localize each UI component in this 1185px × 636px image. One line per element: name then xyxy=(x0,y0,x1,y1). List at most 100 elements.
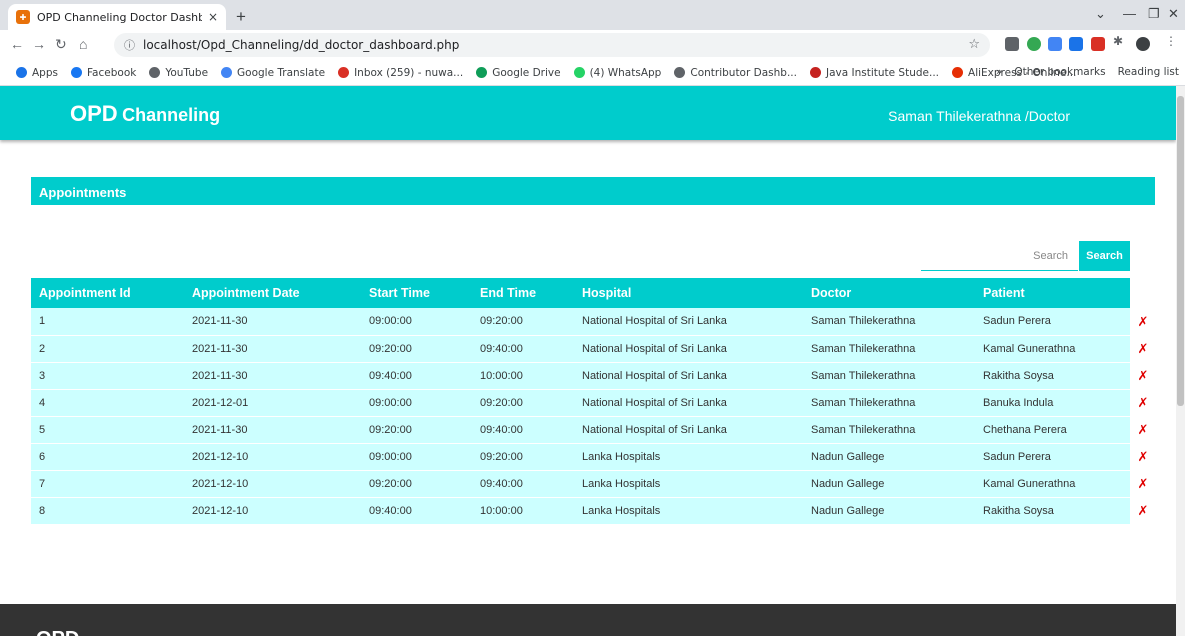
other-bookmarks-folder[interactable]: Other bookmarks xyxy=(1014,66,1105,78)
appointments-heading: Appointments xyxy=(31,177,1155,205)
translate-extension-icon[interactable] xyxy=(1048,37,1062,51)
restore-icon[interactable]: ❐ xyxy=(1148,6,1160,22)
bookmark-icon xyxy=(952,67,964,78)
search-input[interactable] xyxy=(921,241,1078,271)
table-row[interactable]: 4 2021-12-01 09:00:00 09:20:00 National Hosp… xyxy=(31,389,1130,416)
bookmark-item[interactable]: Java Institute Stude... xyxy=(809,66,940,79)
search-form: Search xyxy=(921,241,1130,271)
delete-icon[interactable]: ✗ xyxy=(1130,389,1156,416)
bookmark-icon xyxy=(573,67,585,78)
bookmark-item[interactable]: Google Translate xyxy=(221,67,325,79)
column-header[interactable]: Appointment Date xyxy=(184,278,361,308)
scrollbar-thumb[interactable] xyxy=(1177,96,1184,406)
brand-logo[interactable]: OPD Channeling xyxy=(70,101,220,127)
delete-icon[interactable]: ✗ xyxy=(1130,335,1156,362)
table-cell: 09:40:00 xyxy=(369,369,412,382)
search-button[interactable]: Search xyxy=(1079,241,1130,271)
new-tab-icon[interactable]: + xyxy=(236,7,246,27)
table-cell: 2021-12-10 xyxy=(192,477,249,490)
table-cell: 09:20:00 xyxy=(480,396,523,409)
table-body: 1 2021-11-30 09:00:00 09:20:00 National Hosp… xyxy=(31,308,1130,524)
tab-close-icon[interactable]: × xyxy=(208,10,218,24)
column-header[interactable]: Hospital xyxy=(574,278,803,308)
bookmark-icon xyxy=(149,67,161,78)
bookmark-label: Google Translate xyxy=(237,66,326,79)
table-cell: 2021-12-01 xyxy=(192,396,249,409)
bookmark-item[interactable]: Apps xyxy=(16,67,58,79)
bookmark-label: Google Drive xyxy=(492,66,561,79)
tab-search-icon[interactable]: ⌄ xyxy=(1095,6,1106,22)
puzzle-extensions-icon[interactable]: ✱ xyxy=(1113,34,1127,48)
table-cell: 10:00:00 xyxy=(480,369,523,382)
table-cell: Rakitha Soysa xyxy=(983,504,1054,517)
bookmarks-more-icon[interactable]: » xyxy=(996,66,1002,78)
column-header[interactable]: Start Time xyxy=(361,278,472,308)
bookmark-item[interactable]: Google Drive xyxy=(476,66,561,79)
table-cell: 10:00:00 xyxy=(480,504,523,517)
delete-icon[interactable]: ✗ xyxy=(1130,308,1156,335)
table-row[interactable]: 6 2021-12-10 09:00:00 09:20:00 Lanka Hospita… xyxy=(31,443,1130,470)
screen-extension-icon[interactable] xyxy=(1069,37,1083,51)
table-cell: 09:40:00 xyxy=(480,423,523,436)
footer-logo: OPD xyxy=(36,628,79,636)
delete-icon[interactable]: ✗ xyxy=(1130,416,1156,443)
table-row[interactable]: 8 2021-12-10 09:40:00 10:00:00 Lanka Hospita… xyxy=(31,497,1130,524)
bookmark-label: Inbox (259) - nuwa... xyxy=(354,66,464,79)
user-label[interactable]: Saman Thilekerathna /Doctor xyxy=(888,108,1070,124)
minimize-icon[interactable]: — xyxy=(1123,6,1136,21)
bookmark-item[interactable]: (4) WhatsApp xyxy=(573,67,661,79)
table-cell: 2 xyxy=(39,342,46,355)
table-cell: Nadun Gallege xyxy=(811,450,885,463)
reading-list-button[interactable]: Reading list xyxy=(1118,66,1179,78)
profile-avatar[interactable] xyxy=(1136,37,1150,51)
table-row[interactable]: 5 2021-11-30 09:20:00 09:40:00 National Hosp… xyxy=(31,416,1130,443)
menu-kebab-icon[interactable]: ⋮ xyxy=(1165,34,1179,48)
bookmark-item[interactable]: Facebook xyxy=(70,67,136,79)
table-cell: Saman Thilekerathna xyxy=(811,342,916,355)
bookmark-star-icon[interactable]: ☆ xyxy=(968,37,980,52)
table-cell: 6 xyxy=(39,450,46,463)
delete-icon[interactable]: ✗ xyxy=(1130,362,1156,389)
column-header[interactable]: Patient xyxy=(975,278,1130,308)
page-scrollbar[interactable] xyxy=(1176,86,1185,636)
delete-icon[interactable]: ✗ xyxy=(1130,443,1156,470)
table-cell: Kamal Gunerathna xyxy=(983,477,1076,490)
delete-icon[interactable]: ✗ xyxy=(1130,470,1156,497)
table-row[interactable]: 2 2021-11-30 09:20:00 09:40:00 National Hosp… xyxy=(31,335,1130,362)
address-url: localhost/Opd_Channeling/dd_doctor_dashb… xyxy=(143,38,460,52)
bookmark-item[interactable]: Contributor Dashb... xyxy=(674,67,797,79)
table-cell: National Hospital of Sri Lanka xyxy=(582,396,727,409)
site-header: OPD Channeling Saman Thilekerathna /Doct… xyxy=(0,86,1176,140)
bookmark-item[interactable]: Inbox (259) - nuwa... xyxy=(338,67,463,79)
table-row[interactable]: 7 2021-12-10 09:20:00 09:40:00 Lanka Hospita… xyxy=(31,470,1130,497)
extension-icon[interactable] xyxy=(1005,37,1019,51)
table-cell: Saman Thilekerathna xyxy=(811,396,916,409)
column-header[interactable]: End Time xyxy=(472,278,574,308)
reload-icon[interactable]: ↻ xyxy=(55,36,67,53)
grammarly-icon[interactable] xyxy=(1027,37,1041,51)
table-row[interactable]: 1 2021-11-30 09:00:00 09:20:00 National Hosp… xyxy=(31,308,1130,335)
appointments-table: Appointment Id Appointment Date Start Time… xyxy=(31,278,1130,525)
back-icon[interactable]: ← xyxy=(10,36,24,52)
table-cell: Saman Thilekerathna xyxy=(811,315,916,328)
table-cell: Saman Thilekerathna xyxy=(811,423,916,436)
site-footer: OPD xyxy=(0,604,1176,636)
table-header-row: Appointment Id Appointment Date Start Time… xyxy=(31,278,1130,308)
table-row[interactable]: 3 2021-11-30 09:40:00 10:00:00 National Hosp… xyxy=(31,362,1130,389)
forward-icon[interactable]: → xyxy=(32,36,46,52)
column-header[interactable]: Appointment Id xyxy=(31,278,184,308)
window-close-icon[interactable]: ✕ xyxy=(1168,6,1179,22)
table-cell: Rakitha Soysa xyxy=(983,369,1054,382)
bookmarks-right: » Other bookmarks Reading list xyxy=(984,66,1179,78)
delete-icon[interactable]: ✗ xyxy=(1130,497,1156,524)
pdf-extension-icon[interactable] xyxy=(1091,37,1105,51)
bookmark-item[interactable]: YouTube xyxy=(149,67,208,79)
table-cell: Nadun Gallege xyxy=(811,477,885,490)
column-header[interactable]: Doctor xyxy=(803,278,975,308)
browser-tab[interactable]: ✚ OPD Channeling Doctor Dashbo × xyxy=(8,4,226,30)
address-bar[interactable]: ⓘ localhost/Opd_Channeling/dd_doctor_das… xyxy=(114,33,990,57)
home-icon[interactable]: ⌂ xyxy=(79,36,87,52)
bookmark-label: Java Institute Stude... xyxy=(825,66,940,79)
site-info-icon[interactable]: ⓘ xyxy=(124,37,135,53)
table-cell: 09:20:00 xyxy=(369,477,412,490)
